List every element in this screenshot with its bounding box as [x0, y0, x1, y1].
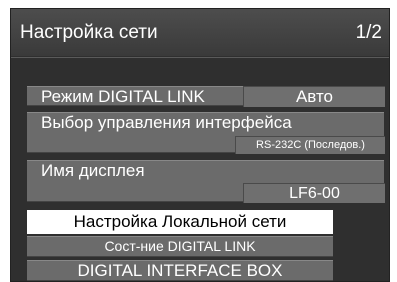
interface-control-label: Выбор управления интерфейса	[41, 113, 292, 132]
display-name-label: Имя дисплея	[41, 161, 145, 180]
interface-control-value: RS-232C (Последов.)	[235, 136, 385, 154]
menu-header: Настройка сети 1/2	[11, 9, 389, 56]
menu-title: Настройка сети	[20, 22, 158, 43]
digital-link-mode-value: Авто	[243, 86, 385, 107]
menu-item-interface-control[interactable]: Выбор управления интерфейса RS-232C (Пос…	[27, 112, 385, 154]
menu-item-digital-interface-box[interactable]: DIGITAL INTERFACE BOX	[27, 260, 333, 281]
header-divider	[11, 57, 389, 58]
network-settings-menu: Настройка сети 1/2 Режим DIGITAL LINK Ав…	[10, 8, 390, 282]
display-name-value: LF6-00	[243, 183, 385, 203]
menu-item-digital-link-mode[interactable]: Режим DIGITAL LINK Авто	[27, 86, 385, 107]
menu-item-lan-setup[interactable]: Настройка Локальной сети	[27, 210, 333, 234]
digital-link-mode-label: Режим DIGITAL LINK	[41, 87, 205, 106]
menu-item-digital-link-status[interactable]: Сост-ние DIGITAL LINK	[27, 236, 333, 257]
page-indicator: 1/2	[355, 22, 382, 43]
menu-item-display-name[interactable]: Имя дисплея LF6-00	[27, 160, 385, 203]
